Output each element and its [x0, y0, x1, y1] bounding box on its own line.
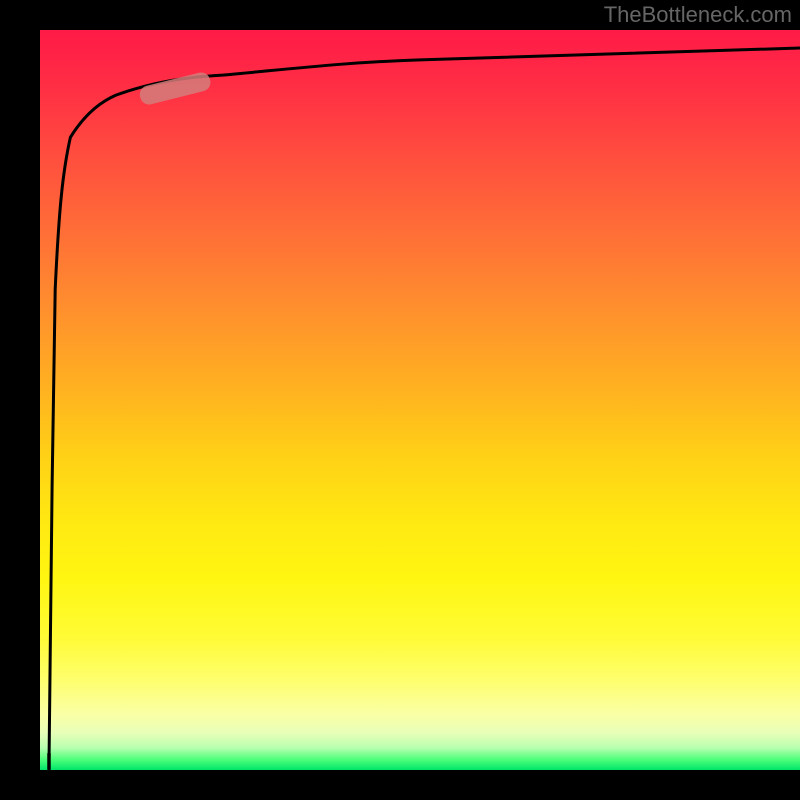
curve-layer	[40, 30, 800, 770]
highlight-segment	[138, 71, 212, 107]
chart-frame: TheBottleneck.com	[0, 0, 800, 800]
main-curve	[49, 48, 800, 755]
attribution-label: TheBottleneck.com	[604, 2, 792, 28]
plot-area	[40, 30, 800, 770]
